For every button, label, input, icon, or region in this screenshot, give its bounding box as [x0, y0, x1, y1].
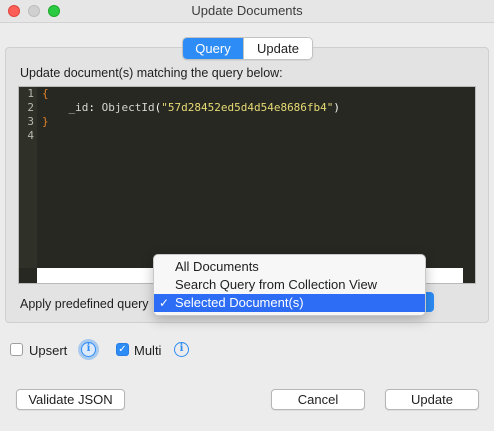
multi-label: Multi: [134, 343, 162, 358]
checkmark-icon: ✓: [159, 296, 170, 310]
code-function: ObjectId: [101, 101, 155, 114]
close-brace: }: [42, 115, 49, 128]
title-bar: Update Documents: [0, 0, 494, 23]
line-number: 1: [27, 87, 34, 100]
window-title: Update Documents: [191, 3, 303, 18]
menu-item-label: Selected Document(s): [175, 295, 304, 310]
upsert-label: Upsert: [29, 343, 68, 358]
code-line-3: }: [42, 115, 49, 129]
tab-update[interactable]: Update: [243, 38, 312, 59]
menu-item-label: Search Query from Collection View: [175, 277, 378, 292]
tab-query[interactable]: Query: [183, 38, 243, 59]
predefined-query-dropdown-menu: All Documents Search Query from Collecti…: [153, 254, 426, 316]
menu-item-label: All Documents: [175, 259, 259, 274]
line-number: 4: [27, 129, 34, 142]
upsert-checkbox[interactable]: [10, 343, 23, 356]
code-string: "57d28452ed5d4d54e8686fb4": [161, 101, 334, 114]
multi-info-icon[interactable]: i: [174, 342, 189, 357]
menu-item-search-query[interactable]: Search Query from Collection View: [154, 276, 425, 294]
cancel-button[interactable]: Cancel: [271, 389, 365, 410]
upsert-info-icon[interactable]: i: [81, 342, 96, 357]
line-number: 2: [27, 101, 34, 114]
validate-json-button[interactable]: Validate JSON: [16, 389, 125, 410]
line-number-gutter: 1 2 3 4: [19, 87, 37, 268]
code-paren-close: ): [333, 101, 341, 114]
code-colon: :: [88, 101, 102, 114]
menu-item-all-documents[interactable]: All Documents: [154, 258, 425, 276]
tab-segmented-control: Query Update: [182, 37, 313, 60]
predefined-query-label: Apply predefined query: [20, 297, 149, 311]
update-button[interactable]: Update: [385, 389, 479, 410]
open-brace: {: [42, 87, 49, 100]
code-line-1: {: [42, 87, 49, 101]
code-line-2: _id: ObjectId("57d28452ed5d4d54e8686fb4"…: [42, 101, 341, 115]
query-editor-label: Update document(s) matching the query be…: [20, 66, 283, 80]
line-number: 3: [27, 115, 34, 128]
multi-checkbox[interactable]: ✓: [116, 343, 129, 356]
code-key: _id: [68, 101, 89, 114]
menu-item-selected-documents[interactable]: ✓ Selected Document(s): [154, 294, 425, 312]
